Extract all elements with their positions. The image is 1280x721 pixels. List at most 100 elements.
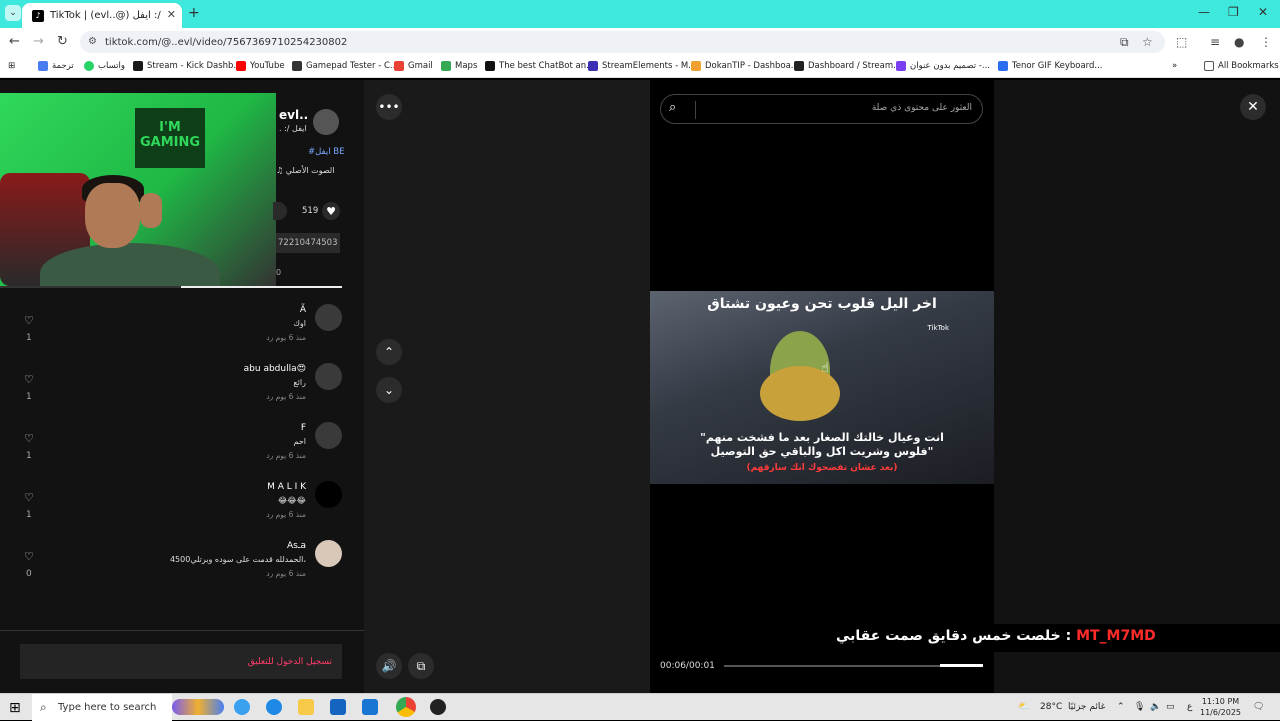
bookmark-item[interactable]: Gamepad Tester - C...	[292, 61, 398, 71]
commenter-name[interactable]: F	[301, 423, 306, 433]
bookmark-item[interactable]: The best ChatBot an...	[485, 61, 594, 71]
bookmark-item[interactable]: DokanTIP - Dashboa...	[691, 61, 799, 71]
comment-text: احم	[293, 437, 307, 446]
commenter-avatar[interactable]	[315, 304, 342, 331]
bookmark-item[interactable]: واتساب	[84, 61, 125, 71]
copy-link-box[interactable]: 72210474503	[276, 233, 340, 253]
video-caption-line2: فلوس وشريت اكل والباقي حق التوصيل"	[710, 445, 934, 458]
system-clock[interactable]: 11:10 PM 11/6/2025	[1200, 696, 1241, 718]
comment-meta[interactable]: منذ 6 يوم رد	[266, 510, 306, 519]
hashtag-link[interactable]: #ايفل BE	[308, 147, 345, 157]
picture-in-picture-icon[interactable]: ⧉	[408, 653, 434, 679]
previous-video-button[interactable]: ⌃	[376, 339, 402, 365]
comment-bubble-icon[interactable]	[273, 202, 287, 220]
comment-like-icon[interactable]: ♡	[24, 373, 34, 386]
bookmark-item[interactable]: Gmail	[394, 61, 433, 71]
comment-meta[interactable]: منذ 6 يوم رد	[266, 451, 306, 460]
all-bookmarks[interactable]: All Bookmarks	[1204, 61, 1279, 71]
extensions-icon[interactable]: ⬚	[1176, 35, 1187, 49]
tab-search-icon[interactable]: ⌄	[5, 5, 21, 21]
comment-like-icon[interactable]: ♡	[24, 432, 34, 445]
comment-text: الحمدلله قدمت على سوده وبرتلي4500،	[169, 555, 306, 564]
weather-icon[interactable]: ⛅	[1018, 702, 1029, 712]
commenter-avatar[interactable]	[315, 540, 342, 567]
bookmark-item[interactable]: StreamElements - M...	[588, 61, 696, 71]
comment-meta[interactable]: منذ 6 يوم رد	[266, 569, 306, 578]
bookmark-item[interactable]: Stream - Kick Dashb...	[133, 61, 242, 71]
bookmark-item[interactable]: Tenor GIF Keyboard...	[998, 61, 1103, 71]
commenter-avatar[interactable]	[315, 363, 342, 390]
commenter-avatar[interactable]	[315, 481, 342, 508]
search-icon[interactable]: ⌕	[669, 100, 676, 115]
bookmark-item[interactable]: ترجمة	[38, 61, 74, 71]
link-zero: 0	[276, 268, 282, 277]
chrome-icon[interactable]	[396, 697, 416, 717]
close-video-button[interactable]: ✕	[1240, 94, 1266, 120]
copilot-icon[interactable]	[234, 699, 250, 715]
tab-tiktok[interactable]: ♪ TikTok | (evl..@) ايفل :/ ✕	[22, 3, 182, 28]
microphone-icon[interactable]: 🎙	[1134, 702, 1145, 712]
widgets-icon[interactable]	[172, 699, 224, 715]
temperature[interactable]: 28°C	[1040, 702, 1062, 712]
commenter-name[interactable]: abu abdulla😍	[244, 364, 306, 374]
commenter-name[interactable]: Ã	[300, 305, 306, 315]
comment-like-count: 1	[26, 510, 32, 520]
bookmark-item[interactable]: Maps	[441, 61, 477, 71]
commenter-name[interactable]: M A L I K	[267, 482, 306, 492]
bookmark-item[interactable]: تصميم بدون عنوان -...	[896, 61, 990, 71]
commenter-avatar[interactable]	[315, 422, 342, 449]
commenter-name[interactable]: Asـa	[287, 541, 306, 551]
comment-like-icon[interactable]: ♡	[24, 491, 34, 504]
tray-overflow-icon[interactable]: ⌃	[1117, 702, 1125, 712]
edge-icon[interactable]	[266, 699, 282, 715]
bookmarks-overflow-icon[interactable]: »	[1172, 61, 1177, 71]
volume-icon[interactable]: 🔊	[376, 653, 402, 679]
network-icon[interactable]: ▭	[1166, 702, 1175, 712]
bookmark-item[interactable]: YouTube	[236, 61, 285, 71]
close-window-button[interactable]: ✕	[1258, 5, 1268, 19]
comment-meta[interactable]: منذ 6 يوم رد	[266, 333, 306, 342]
browser-toolbar: ← → ↻ ⚙ tiktok.com/@..evl/video/75673697…	[0, 28, 1280, 56]
author-name[interactable]: evl..	[279, 108, 308, 122]
comment-like-icon[interactable]: ♡	[24, 314, 34, 327]
back-button[interactable]: ←	[9, 34, 20, 49]
app-icon[interactable]	[430, 699, 446, 715]
like-heart-icon[interactable]: ♥	[322, 202, 340, 220]
author-avatar[interactable]	[313, 109, 339, 135]
comment-text: اوك	[293, 319, 306, 328]
store-icon[interactable]	[330, 699, 346, 715]
comment-meta[interactable]: منذ 6 يوم رد	[266, 392, 306, 401]
outlook-icon[interactable]	[362, 699, 378, 715]
profile-avatar[interactable]: ●	[1234, 35, 1244, 49]
restore-button[interactable]: ❐	[1228, 5, 1239, 19]
windows-start-icon[interactable]: ⊞	[9, 700, 25, 716]
notifications-icon[interactable]: 🗨	[1253, 702, 1264, 712]
comment-like-icon[interactable]: ♡	[24, 550, 34, 563]
minimize-button[interactable]: —	[1198, 5, 1210, 19]
install-app-icon[interactable]: ⧉	[1120, 35, 1129, 50]
site-info-icon[interactable]: ⚙	[88, 36, 97, 47]
more-options-icon[interactable]: •••	[376, 94, 402, 120]
volume-tray-icon[interactable]: 🔈	[1150, 702, 1161, 712]
bookmark-star-icon[interactable]: ☆	[1142, 35, 1153, 49]
address-bar[interactable]: ⚙ tiktok.com/@..evl/video/75673697102542…	[80, 31, 1165, 53]
apps-icon[interactable]: ⊞	[8, 61, 15, 71]
forward-button[interactable]: →	[33, 34, 44, 49]
video-frame[interactable]: اخر اليل قلوب تحن وعيون تشتاق TikTok "ان…	[650, 291, 994, 484]
login-to-comment-button[interactable]: تسجيل الدخول للتعليق	[20, 644, 342, 679]
next-video-button[interactable]: ⌄	[376, 377, 402, 403]
media-icon[interactable]: ≡	[1210, 35, 1220, 49]
close-tab-icon[interactable]: ✕	[167, 8, 176, 21]
language-indicator[interactable]: ع	[1187, 702, 1192, 712]
taskbar-search[interactable]: ⌕ Type here to search	[32, 694, 172, 721]
weather-text[interactable]: غائم جزئيًا	[1068, 702, 1105, 712]
list-item: Ã اوك منذ 6 يوم رد ♡ 1	[0, 304, 342, 359]
tab-strip: ⌄ ♪ TikTok | (evl..@) ايفل :/ ✕ + — ❐ ✕	[0, 0, 1280, 28]
new-tab-button[interactable]: +	[188, 5, 200, 21]
music-label[interactable]: ♫ الصوت الأصلي	[276, 166, 334, 175]
reload-button[interactable]: ↻	[57, 34, 68, 49]
bookmark-item[interactable]: Dashboard / Stream...	[794, 61, 901, 71]
related-search-input[interactable]: ⌕ العثور على محتوى ذي صلة	[660, 94, 983, 124]
file-explorer-icon[interactable]	[298, 699, 314, 715]
menu-icon[interactable]: ⋮	[1260, 35, 1272, 49]
